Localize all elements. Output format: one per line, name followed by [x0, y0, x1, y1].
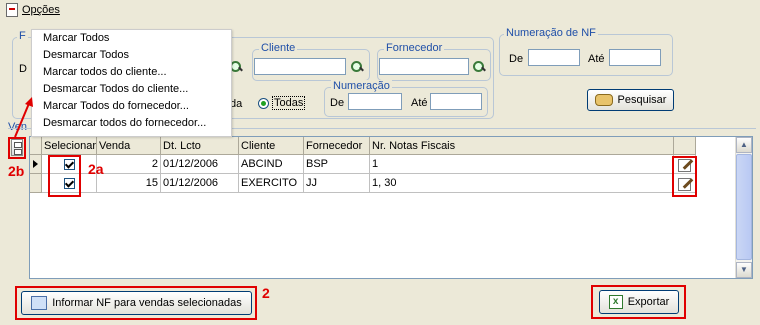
row-indicator [30, 155, 42, 174]
menu-item-marcar-cliente[interactable]: Marcar todos do cliente... [32, 64, 231, 81]
nf-de-input[interactable] [528, 49, 580, 66]
menu-bar: Opções [0, 0, 760, 22]
cell-notas: 1, 30 [370, 174, 674, 193]
numeracao-ate-label: Até [411, 97, 428, 109]
menu-item-marcar-todos[interactable]: Marcar Todos [32, 30, 231, 47]
col-fornecedor[interactable]: Fornecedor [304, 137, 370, 155]
numeracao-ate-input[interactable] [430, 93, 482, 110]
sales-grid: Selecionar Venda Dt. Lcto Cliente Fornec… [29, 136, 753, 279]
col-venda[interactable]: Venda [97, 137, 161, 155]
cell-dt: 01/12/2006 [161, 155, 239, 174]
numeracao-de-input[interactable] [348, 93, 402, 110]
cell-dt: 01/12/2006 [161, 174, 239, 193]
cell-notas: 1 [370, 155, 674, 174]
annotation-box-selection-button [8, 137, 26, 159]
cliente-input[interactable] [254, 58, 346, 75]
row-indicator [30, 174, 42, 193]
annotation-label-2b: 2b [8, 163, 25, 179]
col-dt-lcto[interactable]: Dt. Lcto [161, 137, 239, 155]
menu-item-desmarcar-todos[interactable]: Desmarcar Todos [32, 47, 231, 64]
menu-item-marcar-fornecedor[interactable]: Marcar Todos do fornecedor... [32, 98, 231, 115]
nf-de-label: De [509, 53, 524, 65]
annotation-box-edit-icons [672, 156, 697, 197]
nf-group-title: Numeração de NF [504, 27, 598, 39]
col-cliente[interactable]: Cliente [239, 137, 304, 155]
numeracao-de-label: De [330, 97, 345, 109]
annotation-box-informar [15, 286, 257, 320]
menu-opcoes[interactable]: Opções [6, 3, 60, 17]
annotation-label-2: 2 [262, 285, 270, 301]
pesquisar-label: Pesquisar [617, 94, 667, 106]
radio-todas[interactable]: Todas [258, 96, 306, 110]
scroll-down-icon[interactable]: ▼ [736, 262, 752, 278]
table-row[interactable]: 15 01/12/2006 EXERCITO JJ 1, 30 [30, 174, 738, 193]
annotation-label-2a: 2a [88, 161, 104, 177]
radio-todas-dot[interactable] [258, 97, 269, 109]
selection-context-menu: Marcar Todos Desmarcar Todos Marcar todo… [31, 29, 232, 137]
options-menu-icon [6, 3, 18, 17]
cell-fornecedor: BSP [304, 155, 370, 174]
cliente-group-title: Cliente [259, 42, 298, 54]
annotation-arrow [14, 97, 33, 138]
menu-item-desmarcar-cliente[interactable]: Desmarcar Todos do cliente... [32, 81, 231, 98]
cell-cliente: ABCIND [239, 155, 304, 174]
annotation-box-checkboxes [48, 155, 81, 197]
numeracao-group-title: Numeração [331, 80, 392, 92]
grid-vertical-scrollbar[interactable]: ▲ ▼ [735, 137, 752, 278]
table-row[interactable]: 2 01/12/2006 ABCIND BSP 1 [30, 155, 738, 174]
filter-group-title: F [17, 30, 28, 42]
scroll-up-icon[interactable]: ▲ [736, 137, 752, 153]
menu-opcoes-label: Opções [22, 4, 60, 16]
cell-venda: 15 [97, 174, 161, 193]
annotation-box-exportar [591, 285, 686, 319]
filter-partial-label: D [19, 63, 27, 75]
menu-item-desmarcar-fornecedor[interactable]: Desmarcar todos do fornecedor... [32, 115, 231, 132]
cell-venda: 2 [97, 155, 161, 174]
nf-ate-input[interactable] [609, 49, 661, 66]
cell-cliente: EXERCITO [239, 174, 304, 193]
fornecedor-input[interactable] [379, 58, 469, 75]
col-notas[interactable]: Nr. Notas Fiscais [370, 137, 674, 155]
nf-ate-label: Até [588, 53, 605, 65]
current-row-arrow-icon [33, 160, 38, 168]
col-selecionar[interactable]: Selecionar [42, 137, 97, 155]
scroll-thumb[interactable] [736, 154, 752, 260]
pesquisar-button[interactable]: Pesquisar [587, 89, 674, 111]
col-edit [674, 137, 696, 155]
fornecedor-group-title: Fornecedor [384, 42, 445, 54]
radio-todas-label: Todas [272, 96, 306, 110]
cell-fornecedor: JJ [304, 174, 370, 193]
search-hand-icon [594, 94, 613, 106]
fornecedor-lookup-icon[interactable] [472, 60, 486, 74]
cliente-lookup-icon[interactable] [350, 60, 364, 74]
